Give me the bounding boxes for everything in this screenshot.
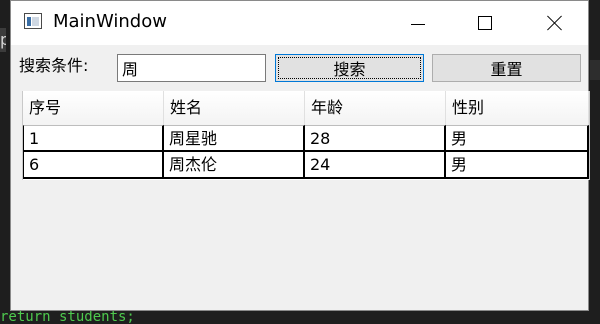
main-window: MainWindow 搜索条件: 搜索 重置 序号 姓名 年龄 性别 1 周星驰… [10,0,590,311]
column-header-id[interactable]: 序号 [23,91,164,125]
maximize-button[interactable] [462,1,508,45]
window-title: MainWindow [53,11,167,32]
table-cell-age[interactable]: 28 [305,125,446,152]
table-cell-gender[interactable]: 男 [446,125,589,152]
search-condition-label: 搜索条件: [19,56,89,75]
minimize-icon [411,23,425,25]
minimize-button[interactable] [395,1,441,45]
search-input[interactable] [117,54,266,82]
table-cell-name[interactable]: 周星驰 [164,125,305,152]
table-cell-name[interactable]: 周杰伦 [164,152,305,179]
column-header-name[interactable]: 姓名 [164,91,305,125]
window-app-icon [24,13,42,29]
maximize-icon [478,16,492,30]
background-editor-strip [590,60,600,80]
table-row[interactable]: 1 周星驰 28 男 [23,125,589,152]
table-cell-id[interactable]: 1 [23,125,164,152]
table-header-row: 序号 姓名 年龄 性别 [23,91,589,126]
table-cell-id[interactable]: 6 [23,152,164,179]
column-header-gender[interactable]: 性别 [446,91,589,125]
background-code-line: return students; [0,310,135,324]
reset-button[interactable]: 重置 [432,54,581,82]
column-header-age[interactable]: 年龄 [305,91,446,125]
table-cell-gender[interactable]: 男 [446,152,589,179]
students-data-grid[interactable]: 序号 姓名 年龄 性别 1 周星驰 28 男 6 周杰伦 24 男 [22,91,590,180]
table-cell-age[interactable]: 24 [305,152,446,179]
background-editor-tab: p [0,28,6,52]
table-row[interactable]: 6 周杰伦 24 男 [23,152,589,179]
title-bar[interactable]: MainWindow [11,1,588,45]
close-button[interactable] [532,1,578,45]
search-button[interactable]: 搜索 [275,54,424,82]
close-icon [547,15,563,31]
